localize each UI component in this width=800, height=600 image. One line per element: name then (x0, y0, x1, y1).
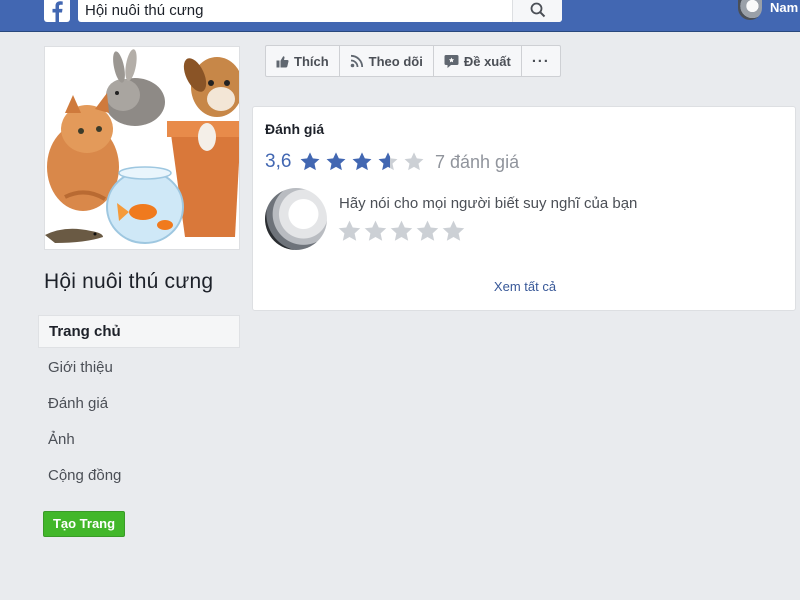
follow-label: Theo dõi (368, 53, 423, 69)
page-action-bar: Thích Theo dõi Đề xuất ··· (265, 45, 561, 77)
more-options-button[interactable]: ··· (522, 46, 560, 76)
reviews-card-title: Đánh giá (265, 121, 325, 137)
review-prompt: Hãy nói cho mọi người biết suy nghĩ của … (339, 195, 638, 212)
more-icon: ··· (531, 52, 550, 70)
follow-button[interactable]: Theo dõi (340, 46, 434, 76)
rate-star-icon[interactable] (389, 219, 414, 244)
rss-icon (350, 54, 363, 68)
rate-star-icon[interactable] (441, 219, 466, 244)
rating-stars (299, 151, 429, 173)
top-navigation-bar: Nam (0, 0, 800, 32)
recommend-label: Đề xuất (463, 53, 511, 69)
sidebar-item-about[interactable]: Giới thiệu (38, 351, 240, 387)
speech-bubble-icon (444, 54, 459, 68)
user-name-link[interactable]: Nam (770, 0, 798, 16)
page-title: Hội nuôi thú cưng (44, 270, 214, 293)
like-button[interactable]: Thích (266, 46, 340, 76)
user-avatar[interactable] (738, 0, 762, 20)
review-count[interactable]: 7 đánh giá (435, 152, 519, 173)
rating-input-stars (337, 219, 467, 244)
sidebar-item-photos[interactable]: Ảnh (38, 423, 240, 459)
search-input[interactable] (78, 0, 512, 20)
create-page-button[interactable]: Tạo Trang (43, 511, 125, 537)
sidebar-item-community[interactable]: Cộng đồng (38, 459, 240, 495)
like-label: Thích (294, 53, 329, 69)
rate-star-icon[interactable] (415, 219, 440, 244)
rating-star-icon (404, 152, 424, 171)
search-bar (78, 0, 562, 22)
rating-star-icon (326, 152, 346, 171)
facebook-logo-icon[interactable] (44, 0, 70, 22)
user-avatar-thumbnail (265, 188, 327, 250)
thumbs-up-icon (276, 55, 289, 67)
recommend-button[interactable]: Đề xuất (434, 46, 522, 76)
reviews-card: Đánh giá 3,6 7 đánh giá Hãy nói cho mọi … (252, 106, 796, 311)
rating-star-icon (300, 152, 320, 171)
search-icon (530, 2, 546, 18)
sidebar-item-reviews[interactable]: Đánh giá (38, 387, 240, 423)
page-sidebar-nav: Trang chủ Giới thiệu Đánh giá Ảnh Cộng đ… (38, 315, 240, 495)
page-profile-picture[interactable] (44, 46, 240, 250)
rating-star-icon (378, 152, 398, 171)
rate-star-icon[interactable] (363, 219, 388, 244)
rating-star-icon (352, 152, 372, 171)
sidebar-item-home[interactable]: Trang chủ (38, 315, 240, 348)
see-all-link[interactable]: Xem tất cả (253, 279, 797, 294)
average-rating: 3,6 (265, 151, 292, 172)
search-button[interactable] (512, 0, 562, 22)
rate-star-icon[interactable] (337, 219, 362, 244)
